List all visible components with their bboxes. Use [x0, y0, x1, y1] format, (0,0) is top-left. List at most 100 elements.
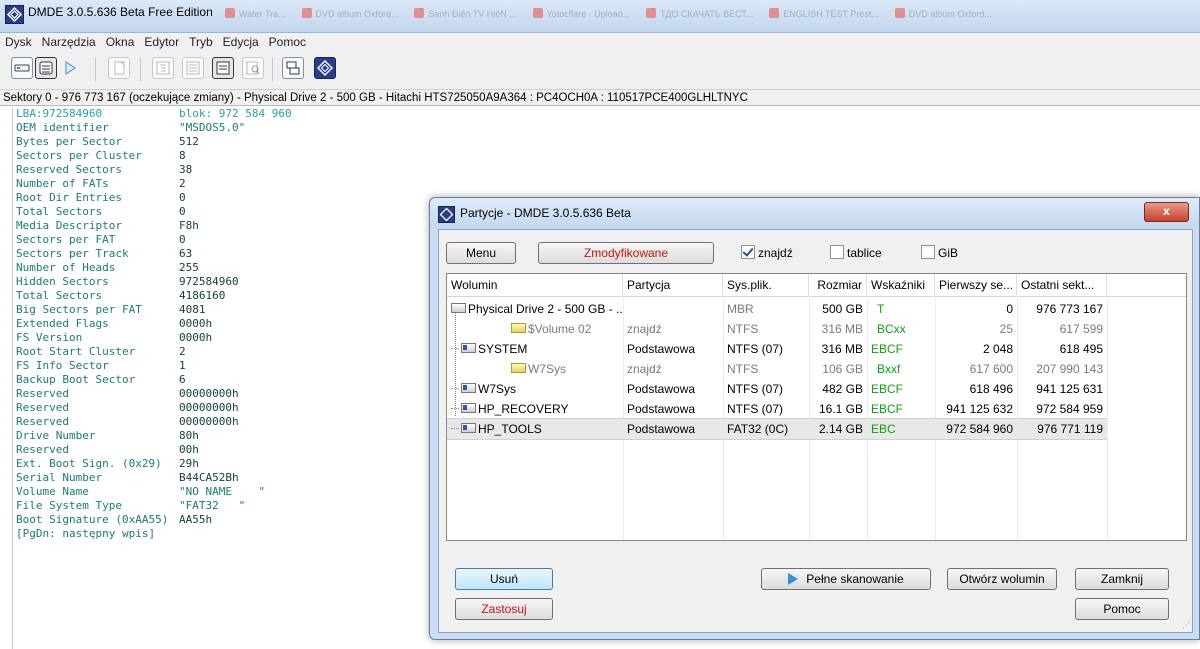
size-cell: 500 GB: [822, 302, 863, 316]
table-row[interactable]: W7Sys znajdź NTFS 106 GB Bxxf 617 600 20…: [447, 359, 1107, 379]
field-value: 255: [179, 261, 199, 274]
volume-icon: [511, 363, 526, 373]
size-cell: 316 MB: [821, 342, 863, 356]
field-name: Media Descriptor: [16, 219, 122, 232]
col-filesystem[interactable]: Sys.plik.: [723, 274, 809, 296]
field-name: Boot Signature (0xAA55): [16, 513, 169, 526]
field-value: 4186160: [179, 289, 226, 302]
dialog-title-bar[interactable]: Partycje - DMDE 3.0.5.636 Beta x: [430, 198, 1199, 228]
size-cell: 316 MB: [821, 322, 863, 336]
field-name: Hidden Sectors: [16, 275, 109, 288]
menu-narzedzia[interactable]: Narzędzia: [37, 33, 101, 49]
field-value: 0: [179, 191, 186, 204]
field-row: Reserved Sectors 38: [16, 163, 292, 177]
lba-label: LBA:972584960: [16, 107, 103, 120]
tables-checkbox[interactable]: tablice: [830, 245, 882, 260]
dialog-close-button[interactable]: x: [1144, 202, 1189, 222]
taskbar-tab[interactable]: Water Tra...: [225, 8, 286, 19]
list-view-button[interactable]: [182, 57, 204, 79]
partition-cell: znajdź: [627, 362, 662, 376]
field-name: Sectors per Track: [16, 247, 129, 260]
field-row: Media Descriptor F8h: [16, 219, 292, 233]
menu-okna[interactable]: Okna: [101, 33, 140, 49]
taskbar-tab[interactable]: DVD album Oxford...: [301, 8, 399, 19]
field-name: Volume Name: [16, 485, 89, 498]
scan-button[interactable]: [59, 57, 81, 79]
field-value: 0: [179, 205, 186, 218]
field-value: 38: [179, 163, 193, 176]
field-value: 6: [179, 373, 186, 386]
field-name: Drive Number: [16, 429, 96, 442]
field-value: 2: [179, 345, 186, 358]
file-tree-button[interactable]: [152, 57, 174, 79]
table-row[interactable]: W7Sys Podstawowa NTFS (07) 482 GB EBCF 6…: [447, 379, 1107, 399]
field-row: OEM identifier "MSDOS5.0": [16, 121, 292, 135]
menu-pomoc[interactable]: Pomoc: [264, 33, 311, 49]
field-row: Sectors per FAT 0: [16, 233, 292, 247]
help-button[interactable]: Pomoc: [1075, 598, 1169, 620]
menu-edycja[interactable]: Edycja: [218, 33, 264, 49]
next-entry-hint[interactable]: [PgDn: następny wpis]: [16, 527, 292, 541]
close-button[interactable]: Zamknij: [1075, 568, 1169, 590]
table-row-selected[interactable]: HP_TOOLS Podstawowa FAT32 (0C) 2.14 GB E…: [447, 418, 1107, 440]
col-flags[interactable]: Wskaźniki: [867, 274, 935, 296]
full-scan-button[interactable]: Pełne skanowanie: [761, 568, 931, 590]
filesystem-cell: NTFS: [727, 322, 759, 336]
menu-edytor[interactable]: Edytor: [139, 33, 184, 49]
field-row: Sectors per Track 63: [16, 247, 292, 261]
last-sector-cell: 617 599: [1059, 322, 1103, 336]
col-partition[interactable]: Partycja: [623, 274, 723, 296]
modified-button[interactable]: Zmodyfikowane: [538, 242, 714, 264]
menu-tryb[interactable]: Tryb: [184, 33, 218, 49]
field-value: 1: [179, 359, 186, 372]
table-row[interactable]: SYSTEM Podstawowa NTFS (07) 316 MB EBCF …: [447, 339, 1107, 359]
apply-button[interactable]: Zastosuj: [455, 598, 553, 620]
table-row[interactable]: HP_RECOVERY Podstawowa NTFS (07) 16.1 GB…: [447, 399, 1107, 419]
taskbar-tab[interactable]: DVD album Oxford...: [894, 8, 992, 19]
taskbar-tab[interactable]: Sanh Điện TV HiềN ...: [414, 8, 517, 19]
field-value: 00000000h: [179, 415, 239, 428]
field-value: 4081: [179, 303, 206, 316]
search-button[interactable]: [242, 57, 264, 79]
menu-dysk[interactable]: Dysk: [0, 33, 37, 49]
mode-button[interactable]: [282, 57, 304, 79]
field-row: Number of FATs 2: [16, 177, 292, 191]
drive-button[interactable]: [11, 57, 33, 79]
field-value: "FAT32 ": [179, 499, 246, 512]
col-first-sector[interactable]: Pierwszy se...: [935, 274, 1017, 296]
taskbar-tab[interactable]: ТДО СКАЧАТЬ ВЕСТ...: [646, 8, 753, 19]
found-checkbox[interactable]: znajdź: [741, 245, 793, 260]
toolbar-separator: [272, 57, 273, 81]
partition-cell: Podstawowa: [627, 382, 696, 396]
taskbar-tab[interactable]: Yotocflare - Upload...: [532, 8, 630, 19]
gib-checkbox[interactable]: GiB: [921, 245, 958, 260]
field-value: 2: [179, 177, 186, 190]
table-row[interactable]: Physical Drive 2 - 500 GB - ... MBR 500 …: [447, 299, 1107, 319]
checkbox-unchecked-icon: [921, 245, 935, 259]
taskbar-tab[interactable]: ENGLISH TEST Prest...: [769, 8, 879, 19]
sector-view-button[interactable]: [212, 57, 234, 79]
sector-view[interactable]: LBA:972584960 blok: 972 584 960 OEM ident…: [16, 107, 292, 541]
field-row: FS Version 0000h: [16, 331, 292, 345]
col-last-sector[interactable]: Ostatni sekt...: [1017, 274, 1107, 296]
partition-cell: Podstawowa: [627, 402, 696, 416]
first-sector-cell: 2 048: [982, 342, 1013, 356]
partitions-table[interactable]: Wolumin Partycja Sys.plik. Rozmiar Wskaź…: [446, 273, 1187, 541]
tables-checkbox-label: tablice: [847, 246, 882, 260]
partition-cell: Podstawowa: [627, 422, 696, 436]
partitions-button[interactable]: [35, 57, 57, 79]
col-volume[interactable]: Wolumin: [447, 274, 623, 296]
table-row[interactable]: $Volume 02 znajdź NTFS 316 MB BCxx 25 61…: [447, 319, 1107, 339]
field-value: F8h: [179, 219, 199, 232]
resize-grip-icon[interactable]: ⋰: [1182, 621, 1190, 630]
windows-volume-icon: [461, 343, 476, 353]
field-row: Root Start Cluster 2: [16, 345, 292, 359]
about-button[interactable]: [314, 57, 336, 79]
volume-cell: HP_TOOLS: [447, 419, 623, 439]
col-size[interactable]: Rozmiar: [809, 274, 867, 296]
field-row: Total Sectors 0: [16, 205, 292, 219]
delete-button[interactable]: Usuń: [455, 568, 553, 590]
open-volume-button[interactable]: Otwórz wolumin: [947, 568, 1057, 590]
menu-button[interactable]: Menu: [446, 242, 516, 264]
new-file-button[interactable]: [108, 57, 130, 79]
